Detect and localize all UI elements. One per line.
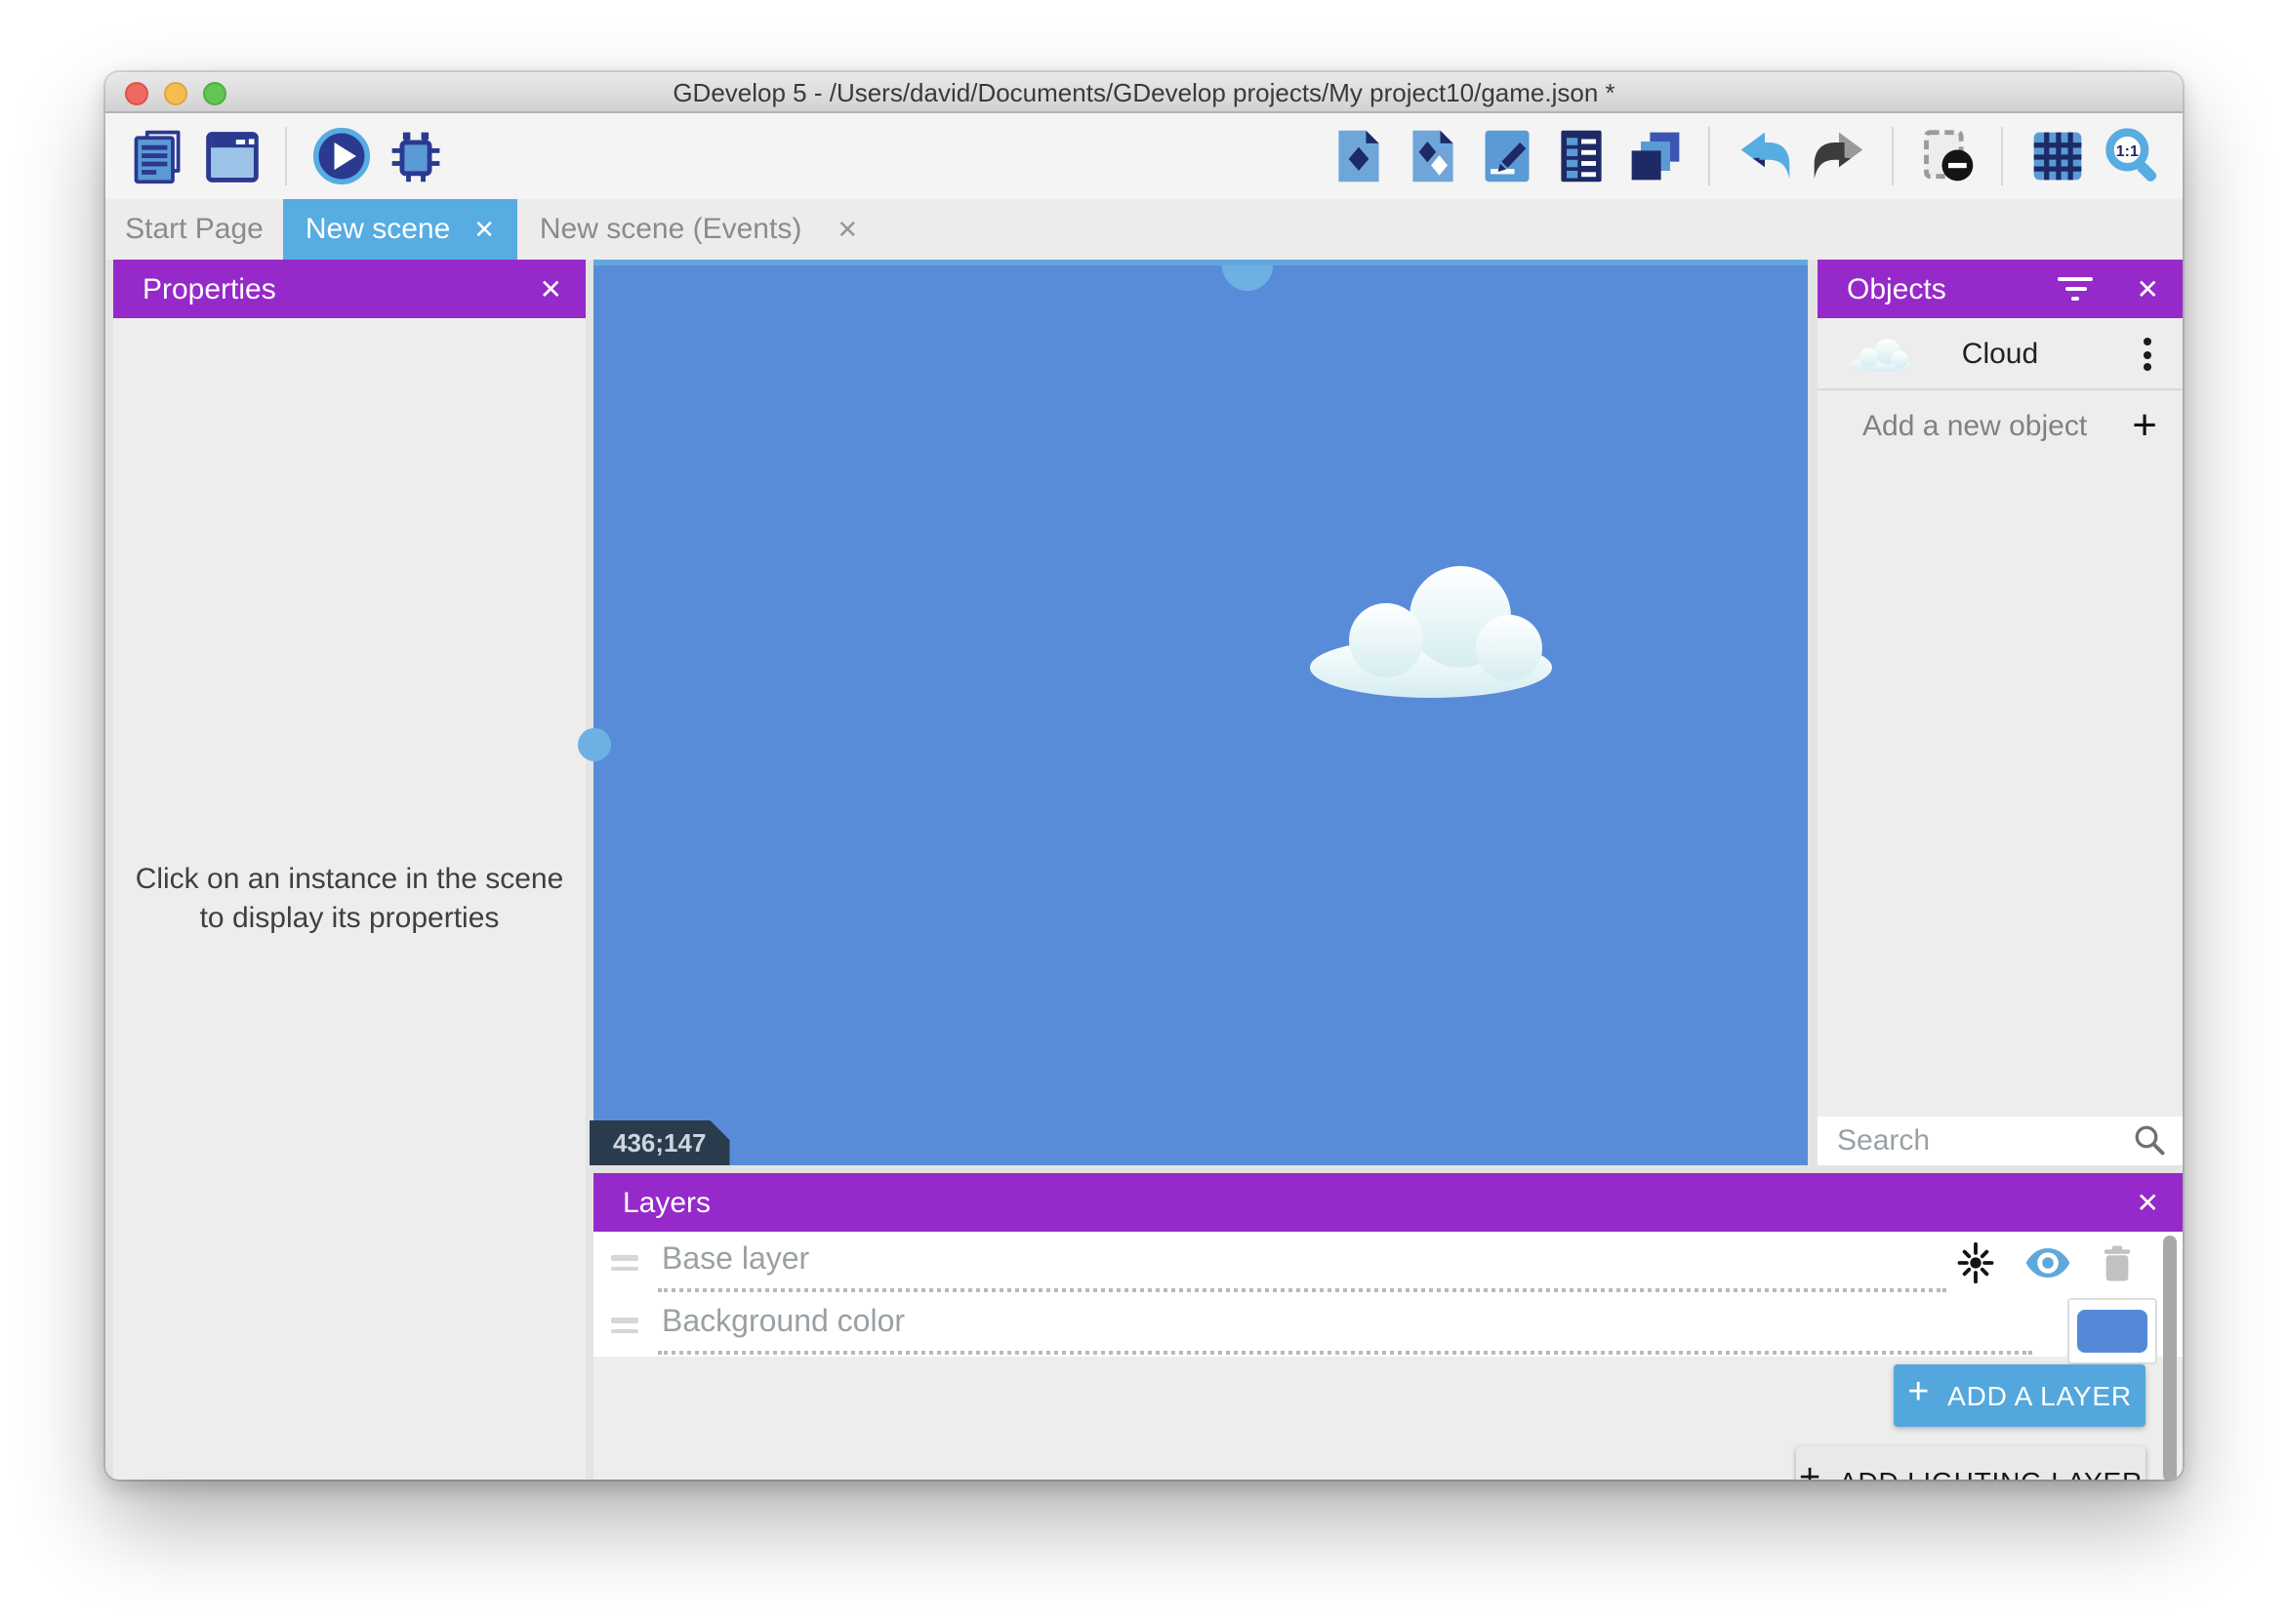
objects-panel-header: Objects ✕ [1818, 260, 2183, 318]
layer-name-field[interactable]: Base layer [662, 1243, 809, 1279]
toolbar-separator [2001, 127, 2003, 185]
debug-icon[interactable] [385, 126, 445, 186]
zoom-ratio-label: 1:1 [2115, 143, 2138, 160]
properties-editor-icon[interactable] [1476, 126, 1536, 186]
tab-new-scene-events[interactable]: New scene (Events) ✕ [517, 199, 880, 260]
close-panel-icon[interactable]: ✕ [2137, 1186, 2159, 1219]
panel-resize-handle-top[interactable] [1222, 265, 1273, 291]
cloud-instance[interactable] [1308, 556, 1562, 699]
properties-panel-body: Click on an instance in the scene to dis… [113, 318, 586, 1480]
plus-icon: + [1799, 1458, 1821, 1480]
tab-new-scene[interactable]: New scene ✕ [283, 199, 517, 260]
close-panel-icon[interactable]: ✕ [540, 272, 562, 305]
close-tab-icon[interactable]: ✕ [837, 214, 858, 245]
layer-name-underline [658, 1351, 2032, 1355]
drag-handle-icon[interactable] [611, 1255, 638, 1277]
layers-scrollbar[interactable] [2163, 1236, 2177, 1480]
close-tab-icon[interactable]: ✕ [473, 214, 495, 245]
properties-empty-hint: Click on an instance in the scene to dis… [123, 860, 576, 938]
project-manager-icon[interactable] [127, 126, 187, 186]
objects-search-input[interactable] [1818, 1116, 2183, 1165]
object-groups-icon[interactable] [1402, 126, 1462, 186]
toolbar-separator [1708, 127, 1710, 185]
add-new-object-button[interactable]: Add a new object + [1818, 390, 2183, 461]
editor-tab-bar: Start Page New scene ✕ New scene (Events… [105, 199, 2183, 260]
add-object-label: Add a new object [1862, 409, 2087, 442]
cursor-coordinates-badge: 436;147 [590, 1120, 729, 1165]
window-title: GDevelop 5 - /Users/david/Documents/GDev… [105, 72, 2183, 113]
layer-row-background: Background color [593, 1294, 2183, 1357]
properties-panel-title: Properties [143, 272, 276, 305]
screen: GDevelop 5 - /Users/david/Documents/GDev… [0, 0, 2288, 1624]
tab-start-page[interactable]: Start Page [105, 199, 283, 260]
redo-icon[interactable] [1808, 126, 1868, 186]
layer-actions [1952, 1232, 2140, 1294]
fullscreen-window-button[interactable] [203, 81, 226, 104]
add-layer-label: ADD A LAYER [1947, 1380, 2132, 1411]
layer-effects-icon[interactable] [1952, 1239, 1999, 1286]
properties-panel: Properties ✕ Click on an instance in the… [113, 260, 586, 1480]
undo-icon[interactable] [1734, 126, 1794, 186]
objects-panel-title: Objects [1847, 272, 1946, 305]
objects-editor-icon[interactable] [1328, 126, 1388, 186]
search-icon [2132, 1122, 2167, 1157]
close-panel-icon[interactable]: ✕ [2137, 272, 2159, 305]
title-bar: GDevelop 5 - /Users/david/Documents/GDev… [105, 72, 2183, 113]
close-window-button[interactable] [125, 81, 148, 104]
layers-panel-header: Layers ✕ [593, 1173, 2183, 1232]
toolbar-right-group: 1:1 [1328, 126, 2161, 186]
objects-panel: Objects ✕ Cloud Add a new object + [1818, 260, 2183, 1165]
layers-panel-title: Layers [623, 1186, 711, 1219]
objects-search [1818, 1116, 2183, 1165]
tab-label: Start Page [125, 213, 264, 246]
add-a-layer-button[interactable]: + ADD A LAYER [1894, 1364, 2145, 1427]
plus-icon: + [1907, 1372, 1930, 1415]
add-lighting-layer-label: ADD LIGHTING LAYER [1839, 1466, 2143, 1480]
toolbar-separator [285, 127, 287, 185]
background-color-swatch [2077, 1310, 2147, 1353]
toolbar-separator [1892, 127, 1894, 185]
grid-icon[interactable] [2026, 126, 2087, 186]
layers-list: Base layer [593, 1232, 2183, 1357]
filter-icon[interactable] [2059, 277, 2094, 301]
layer-row-base: Base layer [593, 1232, 2183, 1294]
panel-resize-handle-left[interactable] [578, 728, 611, 761]
object-list-item-cloud[interactable]: Cloud [1818, 318, 2183, 390]
layers-panel: Layers ✕ Base layer [593, 1173, 2183, 1480]
canvas-top-resize-strip[interactable] [593, 260, 1808, 265]
tab-label: New scene (Events) [540, 213, 801, 246]
app-window-icon[interactable] [201, 126, 262, 186]
scene-canvas[interactable]: 436;147 [593, 260, 1808, 1165]
gdevelop-window: GDevelop 5 - /Users/david/Documents/GDev… [105, 72, 2183, 1480]
editor-content: Properties ✕ Click on an instance in the… [105, 260, 2183, 1480]
background-color-picker[interactable] [2067, 1298, 2157, 1364]
minimize-window-button[interactable] [164, 81, 187, 104]
instances-list-icon[interactable] [1550, 126, 1611, 186]
tab-label: New scene [306, 213, 450, 246]
layer-name-field[interactable]: Background color [662, 1306, 905, 1341]
layers-editor-icon[interactable] [1624, 126, 1685, 186]
main-toolbar: 1:1 [105, 113, 2183, 199]
toolbar-left-group [127, 126, 445, 186]
layer-delete-trash-icon[interactable] [2093, 1239, 2140, 1286]
preview-play-icon[interactable] [310, 126, 371, 186]
object-options-menu-icon[interactable] [2136, 334, 2159, 375]
add-lighting-layer-button[interactable]: + ADD LIGHTING LAYER [1796, 1446, 2145, 1480]
layer-visibility-eye-icon[interactable] [2024, 1239, 2071, 1286]
traffic-lights [125, 72, 226, 113]
window-mask-icon[interactable] [1917, 126, 1978, 186]
plus-icon: + [2132, 390, 2157, 461]
cloud-thumbnail-icon [1849, 336, 1913, 373]
layer-name-underline [658, 1288, 1946, 1292]
drag-handle-icon[interactable] [611, 1318, 638, 1339]
zoom-1-1-icon[interactable]: 1:1 [2101, 126, 2161, 186]
properties-panel-header: Properties ✕ [113, 260, 586, 318]
